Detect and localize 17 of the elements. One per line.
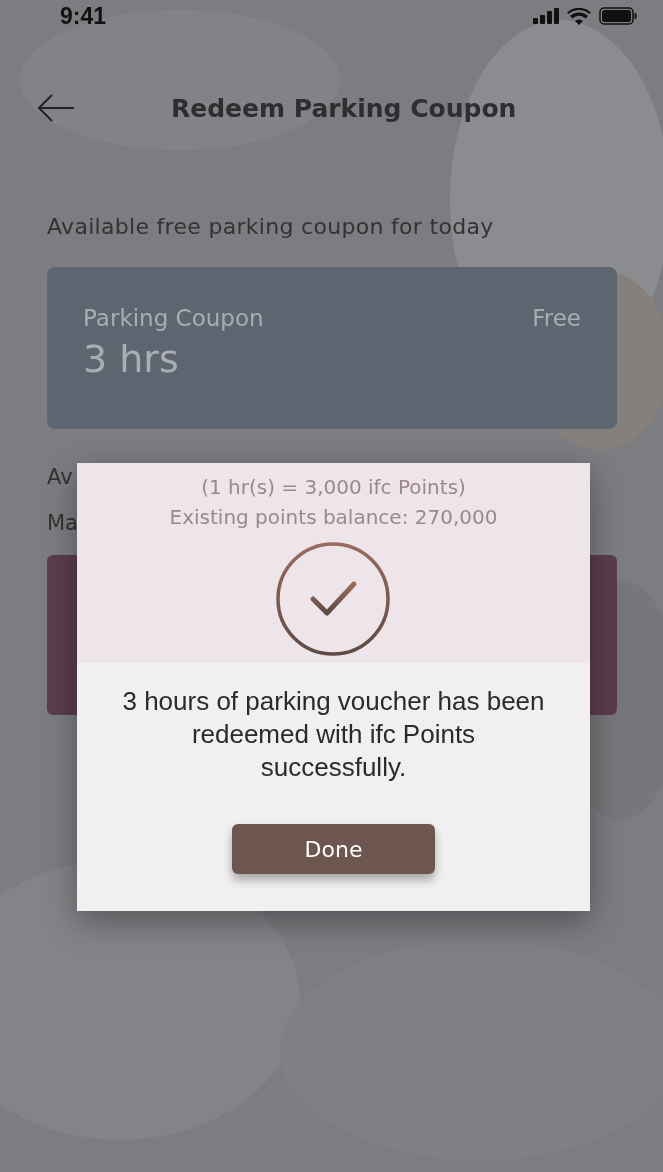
- points-balance-text: Existing points balance: 270,000: [168, 505, 499, 529]
- partial-text: Ma: [47, 511, 77, 535]
- wifi-icon: [567, 7, 591, 25]
- status-time: 9:41: [60, 2, 107, 30]
- points-rate-text: (1 hr(s) = 3,000 ifc Points): [200, 475, 467, 499]
- coupon-name: Parking Coupon: [83, 305, 264, 331]
- back-arrow-icon[interactable]: [37, 93, 75, 123]
- coupon-price: Free: [532, 305, 581, 333]
- battery-icon: [599, 7, 637, 25]
- success-message: 3 hours of parking voucher has been redeemed with ifc Points successfully.: [121, 685, 546, 784]
- signal-icon: [533, 8, 559, 24]
- coupon-duration: 3 hrs: [83, 337, 180, 381]
- check-circle-icon: [275, 541, 391, 657]
- page-title: Redeem Parking Coupon: [171, 93, 517, 123]
- section-label: Available free parking coupon for today: [47, 214, 495, 239]
- done-button[interactable]: Done: [232, 824, 435, 874]
- partial-text: Av: [47, 465, 74, 489]
